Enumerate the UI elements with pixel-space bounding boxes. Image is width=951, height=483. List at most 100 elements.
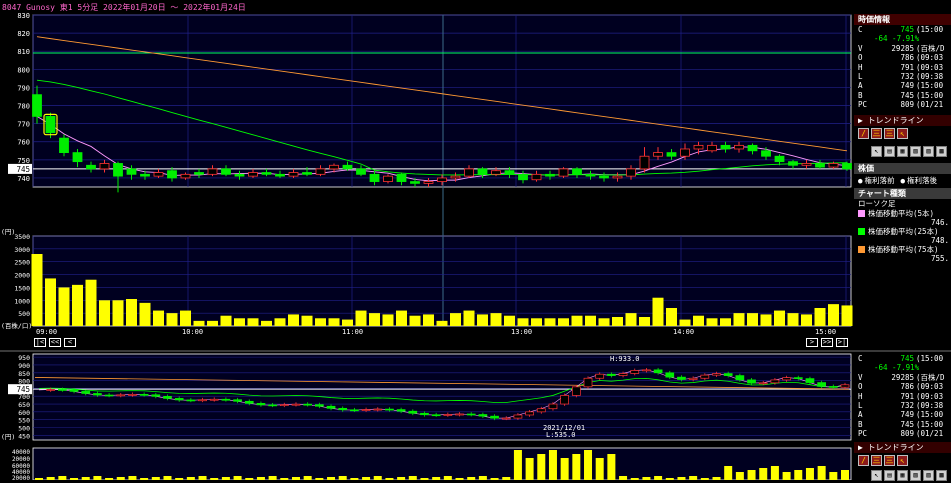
lower-candle-body (840, 384, 850, 388)
candle-body (315, 168, 326, 175)
candle-body (828, 163, 839, 168)
candle-body (113, 163, 123, 177)
candle-body (396, 173, 407, 182)
nav-first-button[interactable]: |< (34, 338, 46, 347)
price-tick-label: 750 (17, 157, 30, 165)
trendline-parallel-button-lower[interactable]: 三 (871, 454, 882, 466)
volume-bar (207, 320, 218, 326)
lower-volume-bar (233, 476, 242, 480)
trendline-select-button[interactable]: ↖ (897, 127, 908, 139)
candle-body (167, 170, 177, 179)
radio-after-icon[interactable]: ● (901, 176, 906, 186)
tool-button-5[interactable]: ▨ (923, 145, 934, 157)
tool-button-6-lower[interactable]: ▩ (936, 469, 947, 481)
volume-bar (531, 318, 542, 326)
lower-volume-bar (525, 458, 534, 480)
lower-candle-body (770, 379, 780, 384)
quote2-time: (09:03 (916, 382, 944, 392)
candle-body (801, 163, 812, 166)
trendline-label: トレンドライン (867, 115, 924, 125)
lower-volume-bar (595, 458, 604, 480)
volume-bar (220, 315, 232, 326)
quote-time (914, 34, 916, 43)
candle-body (302, 172, 312, 175)
trendline-draw-button-lower[interactable]: / (858, 454, 869, 466)
lower-price-tick: 450 (18, 432, 30, 440)
unit-yen-label: (円) (1, 228, 15, 236)
ma5-swatch-icon (858, 210, 865, 218)
volume-bar (180, 310, 191, 326)
lower-candle-body (595, 373, 605, 379)
lower-volume-bar (303, 476, 312, 480)
nav-last-button[interactable]: >| (836, 338, 848, 347)
lower-candle-body (828, 386, 838, 388)
candle-body (153, 172, 164, 177)
trendline-header[interactable]: ▶ トレンドライン (854, 114, 951, 126)
quote-time: (百株/D (916, 43, 945, 53)
quote-label: H (858, 62, 863, 72)
price-tick-label: 810 (17, 48, 30, 56)
trendline-fib-button[interactable]: 三 (884, 127, 895, 139)
candle-body (45, 115, 56, 134)
tool-button-2-lower[interactable]: ▤ (884, 469, 895, 481)
trendline-parallel-button[interactable]: 三 (871, 127, 882, 139)
lower-candle-body (408, 410, 418, 414)
volume-bar (504, 315, 515, 326)
quote2-row: A 749 (15:00 (854, 410, 951, 419)
lower-volume-tick: 20000 (12, 475, 30, 480)
radio-before-label[interactable]: 権利落前 (865, 176, 895, 186)
long-term-chart[interactable]: 950900850800750700650600550500450(円)7454… (0, 350, 951, 480)
lower-candle-body (490, 415, 499, 419)
lower-volume-bar (373, 476, 382, 480)
volume-bar (328, 318, 340, 326)
ma5-label: 株価移動平均(5本) (868, 208, 935, 218)
nav-next-button[interactable]: > (806, 338, 818, 347)
candle-body (788, 161, 798, 166)
lower-candle-body (501, 417, 511, 420)
candle-body (86, 164, 96, 170)
tool-button-3[interactable]: ▦ (897, 145, 908, 157)
trendline-draw-button[interactable]: / (858, 127, 869, 139)
quote-row: V 29285 (百株/D (854, 44, 951, 53)
volume-bar (490, 313, 502, 326)
tool-button-6[interactable]: ▩ (936, 145, 947, 157)
quote-time: (15:00 (916, 90, 944, 100)
nav-prev-fast-button[interactable]: << (49, 338, 61, 347)
main-price-chart[interactable]: 8047 Gunosy 東1 5分足 2022年01月20日 〜 2022年01… (0, 0, 951, 350)
tool-button-3-lower[interactable]: ▦ (897, 469, 908, 481)
volume-bar (288, 314, 299, 326)
radio-after-label[interactable]: 権利落後 (907, 176, 937, 186)
tool-button-5-lower[interactable]: ▨ (923, 469, 934, 481)
quote-label: O (858, 53, 863, 63)
lower-candle-body (443, 414, 453, 416)
lower-volume-bar (747, 470, 756, 480)
nav-next-fast-button[interactable]: >> (821, 338, 833, 347)
lower-price-tick: 950 (18, 354, 30, 362)
candle-body (32, 94, 42, 117)
time-tick-label: 14:00 (673, 328, 694, 336)
tool-button-4-lower[interactable]: ▧ (910, 469, 921, 481)
trendline-select-button-lower[interactable]: ↖ (897, 454, 908, 466)
lower-volume-bar (735, 472, 744, 480)
candle-body (761, 150, 771, 157)
radio-before-icon[interactable]: ● (858, 176, 863, 186)
cursor-tool-button-lower[interactable]: ↖ (871, 469, 882, 481)
volume-bar (828, 304, 839, 326)
trendline-header-lower[interactable]: ▶ トレンドライン (854, 441, 951, 453)
trendline-fib-button-lower[interactable]: 三 (884, 454, 895, 466)
lower-volume-bar (689, 476, 698, 480)
lower-volume-bar (58, 476, 67, 480)
candle-body (423, 181, 434, 184)
candle-body (261, 172, 272, 175)
volume-bar (787, 313, 799, 326)
cursor-tool-button[interactable]: ↖ (871, 145, 882, 157)
tool-buttons: ↖ ▤ ▦ ▧ ▨ ▩ (854, 144, 951, 159)
tool-button-4[interactable]: ▧ (910, 145, 921, 157)
nav-prev-button[interactable]: < (64, 338, 76, 347)
time-tick-label: 09:00 (36, 328, 57, 336)
lower-candle-body (350, 409, 359, 412)
quote-value: 29285 (891, 43, 914, 53)
chart-type-label[interactable]: ローソク足 (854, 199, 951, 209)
quote2-time: (百株/D (916, 372, 945, 382)
tool-button-2[interactable]: ▤ (884, 145, 895, 157)
